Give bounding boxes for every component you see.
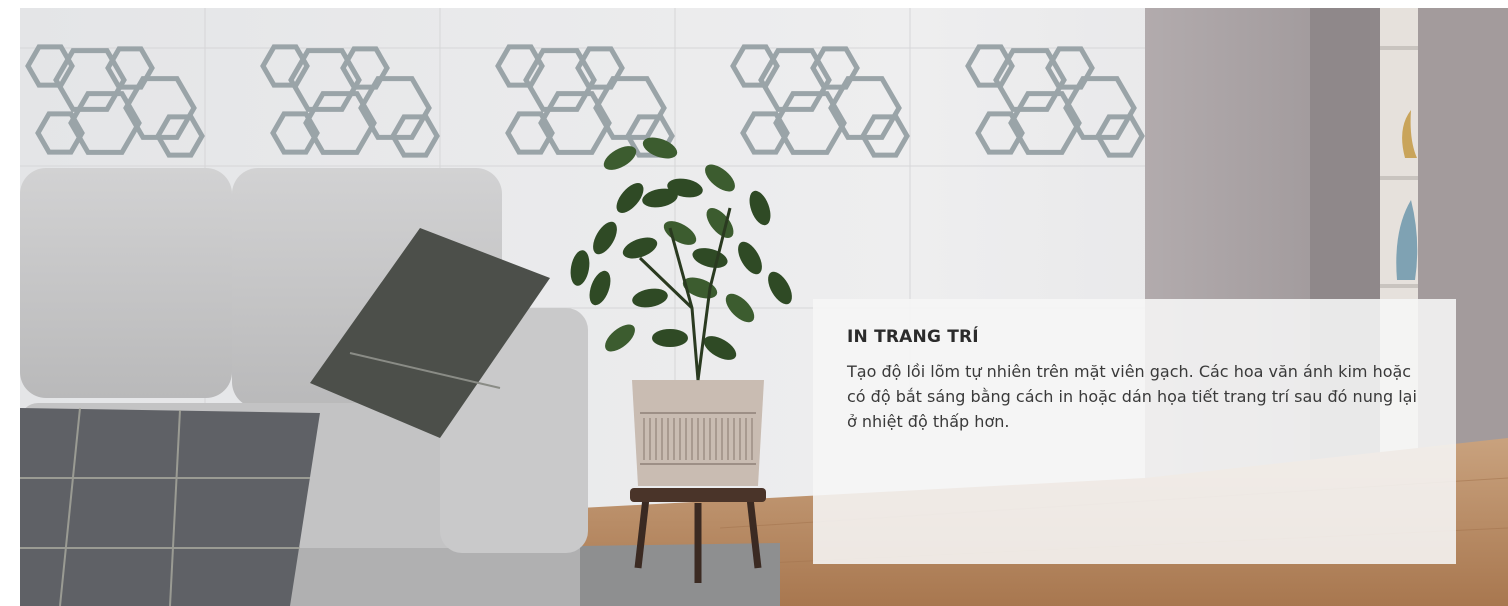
throw-blanket: [20, 408, 320, 606]
feature-info-card: IN TRANG TRÍ Tạo độ lồi lõm tự nhiên trê…: [813, 299, 1456, 564]
sofa-back-cushion-left: [20, 168, 232, 398]
feature-title: IN TRANG TRÍ: [847, 327, 979, 347]
feature-description: Tạo độ lồi lõm tự nhiên trên mặt viên gạ…: [847, 362, 1417, 431]
hero-banner: IN TRANG TRÍ Tạo độ lồi lõm tự nhiên trê…: [20, 8, 1508, 606]
